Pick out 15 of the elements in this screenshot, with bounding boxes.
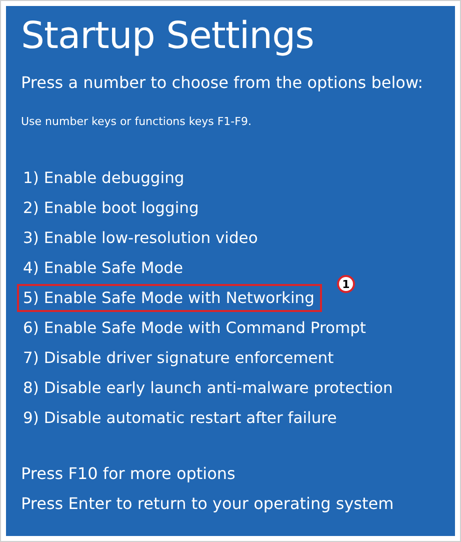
footer-instruction: Press F10 for more options bbox=[21, 463, 236, 485]
callout-badge: 1 bbox=[337, 275, 355, 293]
instruction-text: Press a number to choose from the options below: bbox=[21, 72, 424, 94]
startup-option[interactable]: 2) Enable boot logging bbox=[21, 194, 207, 222]
startup-option[interactable]: 9) Disable automatic restart after failure bbox=[21, 404, 345, 432]
hint-text: Use number keys or functions keys F1-F9. bbox=[21, 114, 252, 130]
startup-option[interactable]: 8) Disable early launch anti-malware protection bbox=[21, 374, 401, 402]
startup-option[interactable]: 1) Enable debugging bbox=[21, 164, 192, 192]
footer-instruction: Press Enter to return to your operating system bbox=[21, 493, 395, 515]
startup-option[interactable]: 7) Disable driver signature enforcement bbox=[21, 344, 342, 372]
startup-option[interactable]: 4) Enable Safe Mode bbox=[21, 254, 192, 282]
startup-option[interactable]: 6) Enable Safe Mode with Command Prompt bbox=[21, 314, 374, 342]
startup-option[interactable]: 3) Enable low-resolution video bbox=[21, 224, 266, 252]
screen-title: Startup Settings bbox=[21, 14, 315, 58]
startup-option[interactable]: 5) Enable Safe Mode with Networking bbox=[17, 284, 322, 312]
